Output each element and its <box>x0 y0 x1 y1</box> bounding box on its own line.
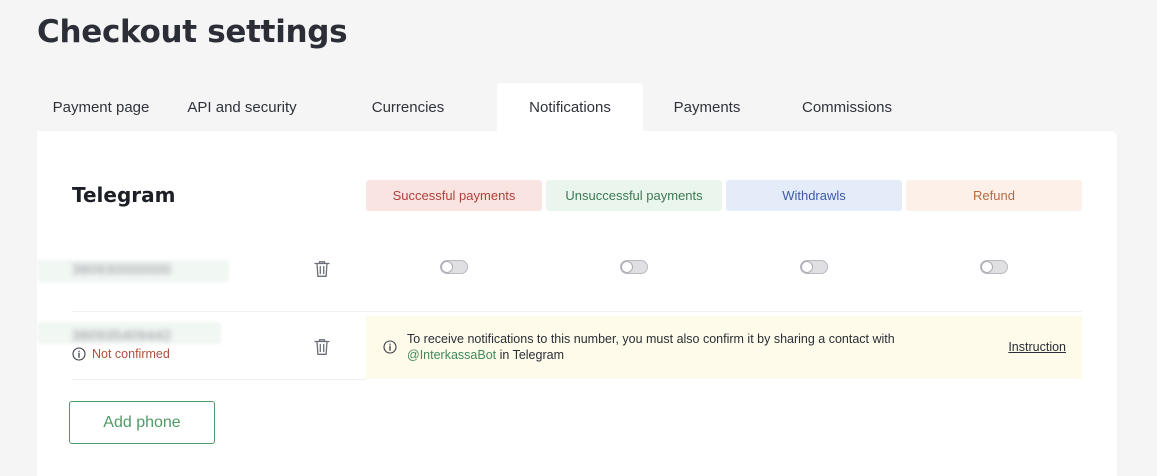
bot-link[interactable]: @InterkassaBot <box>407 348 496 362</box>
toggle-knob <box>982 262 992 272</box>
row-divider <box>72 311 1082 312</box>
settings-tabs: Payment page API and security Currencies… <box>37 83 923 131</box>
column-header-withdrawls: Withdrawls <box>726 180 902 211</box>
status-label: Not confirmed <box>92 347 170 361</box>
column-header-refund: Refund <box>906 180 1082 211</box>
page-title: Checkout settings <box>37 14 348 50</box>
tab-notifications[interactable]: Notifications <box>497 83 643 131</box>
toggle-knob <box>442 262 452 272</box>
tab-currencies[interactable]: Currencies <box>319 83 497 131</box>
info-icon <box>72 347 86 361</box>
toggle-knob <box>802 262 812 272</box>
tab-api-and-security[interactable]: API and security <box>165 83 319 131</box>
toggle-knob <box>622 262 632 272</box>
notice-text: To receive notifications to this number,… <box>407 331 947 363</box>
notice-message: To receive notifications to this number,… <box>407 332 895 346</box>
not-confirmed-status: Not confirmed <box>72 347 170 361</box>
add-phone-button[interactable]: Add phone <box>69 401 215 444</box>
column-header-unsuccessful-payments: Unsuccessful payments <box>546 180 722 211</box>
toggle-withdrawls[interactable] <box>800 260 828 274</box>
row-divider <box>72 379 366 380</box>
info-icon <box>383 340 397 354</box>
confirmation-notice: To receive notifications to this number,… <box>366 316 1082 379</box>
section-title-telegram: Telegram <box>72 183 176 207</box>
toggle-refund[interactable] <box>980 260 1008 274</box>
notifications-panel: Telegram Successful payments Unsuccessfu… <box>37 131 1117 476</box>
phone-number: 380930000000 <box>72 261 172 277</box>
column-header-successful-payments: Successful payments <box>366 180 542 211</box>
tab-payment-page[interactable]: Payment page <box>37 83 165 131</box>
notice-suffix: in Telegram <box>496 348 564 362</box>
tab-commissions[interactable]: Commissions <box>771 83 923 131</box>
toggle-successful-payments[interactable] <box>440 260 468 274</box>
instruction-link[interactable]: Instruction <box>1008 340 1066 354</box>
toggle-unsuccessful-payments[interactable] <box>620 260 648 274</box>
trash-icon[interactable] <box>314 338 330 356</box>
tab-payments[interactable]: Payments <box>643 83 771 131</box>
trash-icon[interactable] <box>314 260 330 278</box>
phone-number: 380935409442 <box>72 327 172 343</box>
